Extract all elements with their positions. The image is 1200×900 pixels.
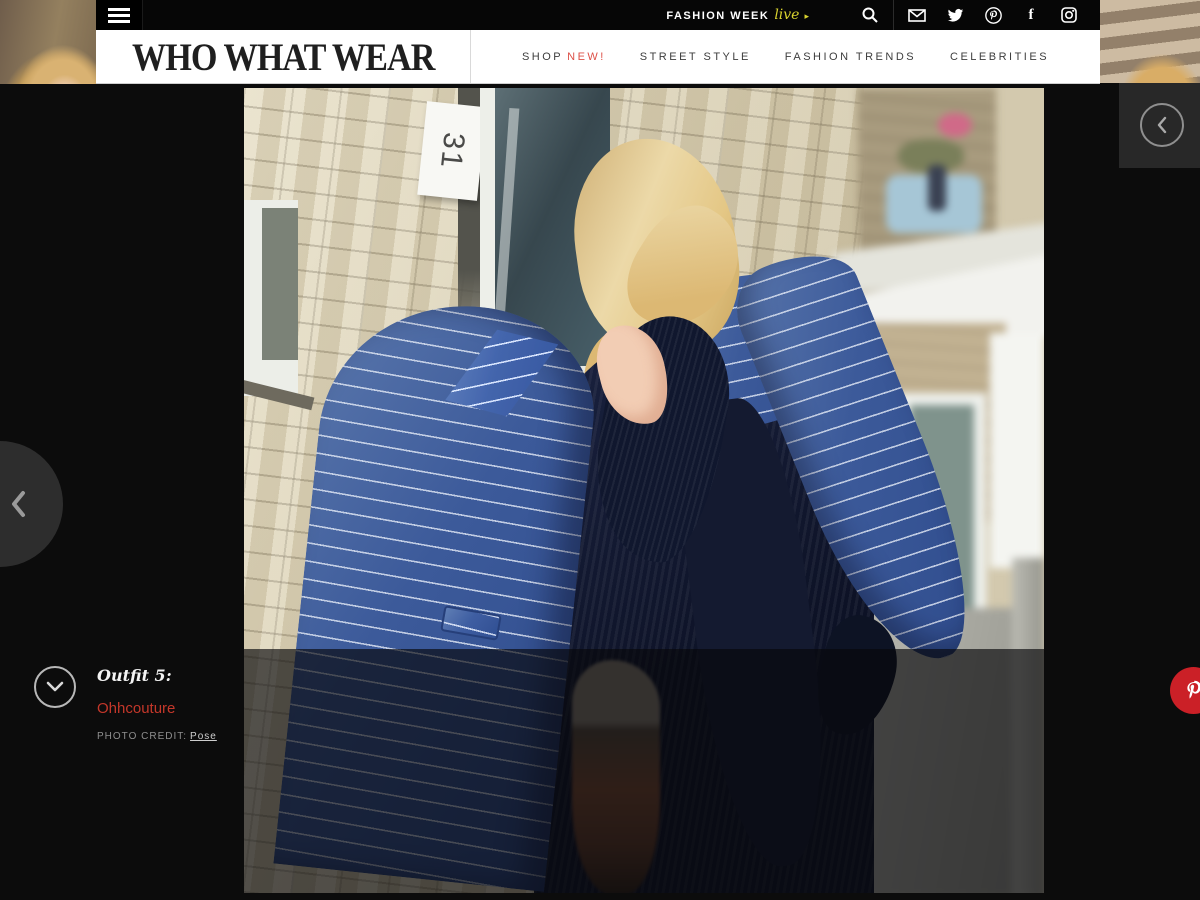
background-model-photo-right — [1100, 0, 1200, 83]
chevron-left-icon — [9, 490, 27, 518]
site-logo[interactable]: WHO WHAT WEAR — [96, 30, 471, 83]
instagram-icon[interactable] — [1050, 0, 1088, 30]
email-icon[interactable] — [898, 0, 936, 30]
nav-shop[interactable]: SHOPNEW! — [522, 51, 606, 63]
house-number-sign: 31 — [417, 101, 486, 201]
window-left — [244, 200, 298, 396]
caption-collapse-button[interactable] — [34, 666, 76, 708]
outfit-label: Outfit 5: — [97, 666, 217, 685]
search-icon[interactable] — [851, 0, 889, 30]
live-arrow-icon: ▸ — [804, 11, 809, 22]
site-header: WHO WHAT WEAR SHOPNEW! STREET STYLE FASH… — [96, 30, 1100, 84]
photo-credit-label: PHOTO CREDIT: — [97, 731, 187, 742]
background-model-photo-left — [0, 0, 98, 84]
fashion-week-live-link[interactable]: FASHION WEEK live ▸ — [666, 7, 809, 23]
top-utility-bar: FASHION WEEK live ▸ f — [96, 0, 1100, 30]
pinterest-icon — [1181, 678, 1200, 704]
nav-street-style[interactable]: STREET STYLE — [640, 51, 751, 63]
site-logo-text: WHO WHAT WEAR — [132, 34, 434, 79]
chevron-left-icon — [1140, 103, 1184, 147]
facebook-icon[interactable]: f — [1012, 0, 1050, 30]
main-navigation: SHOPNEW! STREET STYLE FASHION TRENDS CEL… — [471, 30, 1100, 83]
previous-slide-button[interactable] — [0, 441, 63, 567]
street-style-photo[interactable]: 31 — [244, 88, 1044, 893]
photo-credit: PHOTO CREDIT:Pose — [97, 731, 217, 742]
fashion-week-label: FASHION WEEK — [666, 10, 769, 22]
nav-fashion-trends[interactable]: FASHION TRENDS — [785, 51, 916, 63]
hamburger-menu-icon[interactable] — [96, 0, 143, 30]
topbar-divider — [893, 0, 894, 30]
pinterest-save-button[interactable] — [1170, 667, 1200, 714]
twitter-icon[interactable] — [936, 0, 974, 30]
pinterest-icon[interactable] — [974, 0, 1012, 30]
live-label: live — [774, 7, 799, 23]
photo-credit-link[interactable]: Pose — [190, 731, 217, 742]
nav-celebrities[interactable]: CELEBRITIES — [950, 51, 1049, 63]
photo-caption: Outfit 5: Ohhcouture PHOTO CREDIT:Pose — [97, 666, 217, 742]
caption-dark-overlay — [244, 649, 1044, 893]
chevron-down-icon — [45, 681, 65, 693]
gallery-back-button[interactable] — [1119, 83, 1200, 168]
source-link[interactable]: Ohhcouture — [97, 700, 217, 717]
nav-shop-accent: NEW! — [567, 51, 606, 63]
